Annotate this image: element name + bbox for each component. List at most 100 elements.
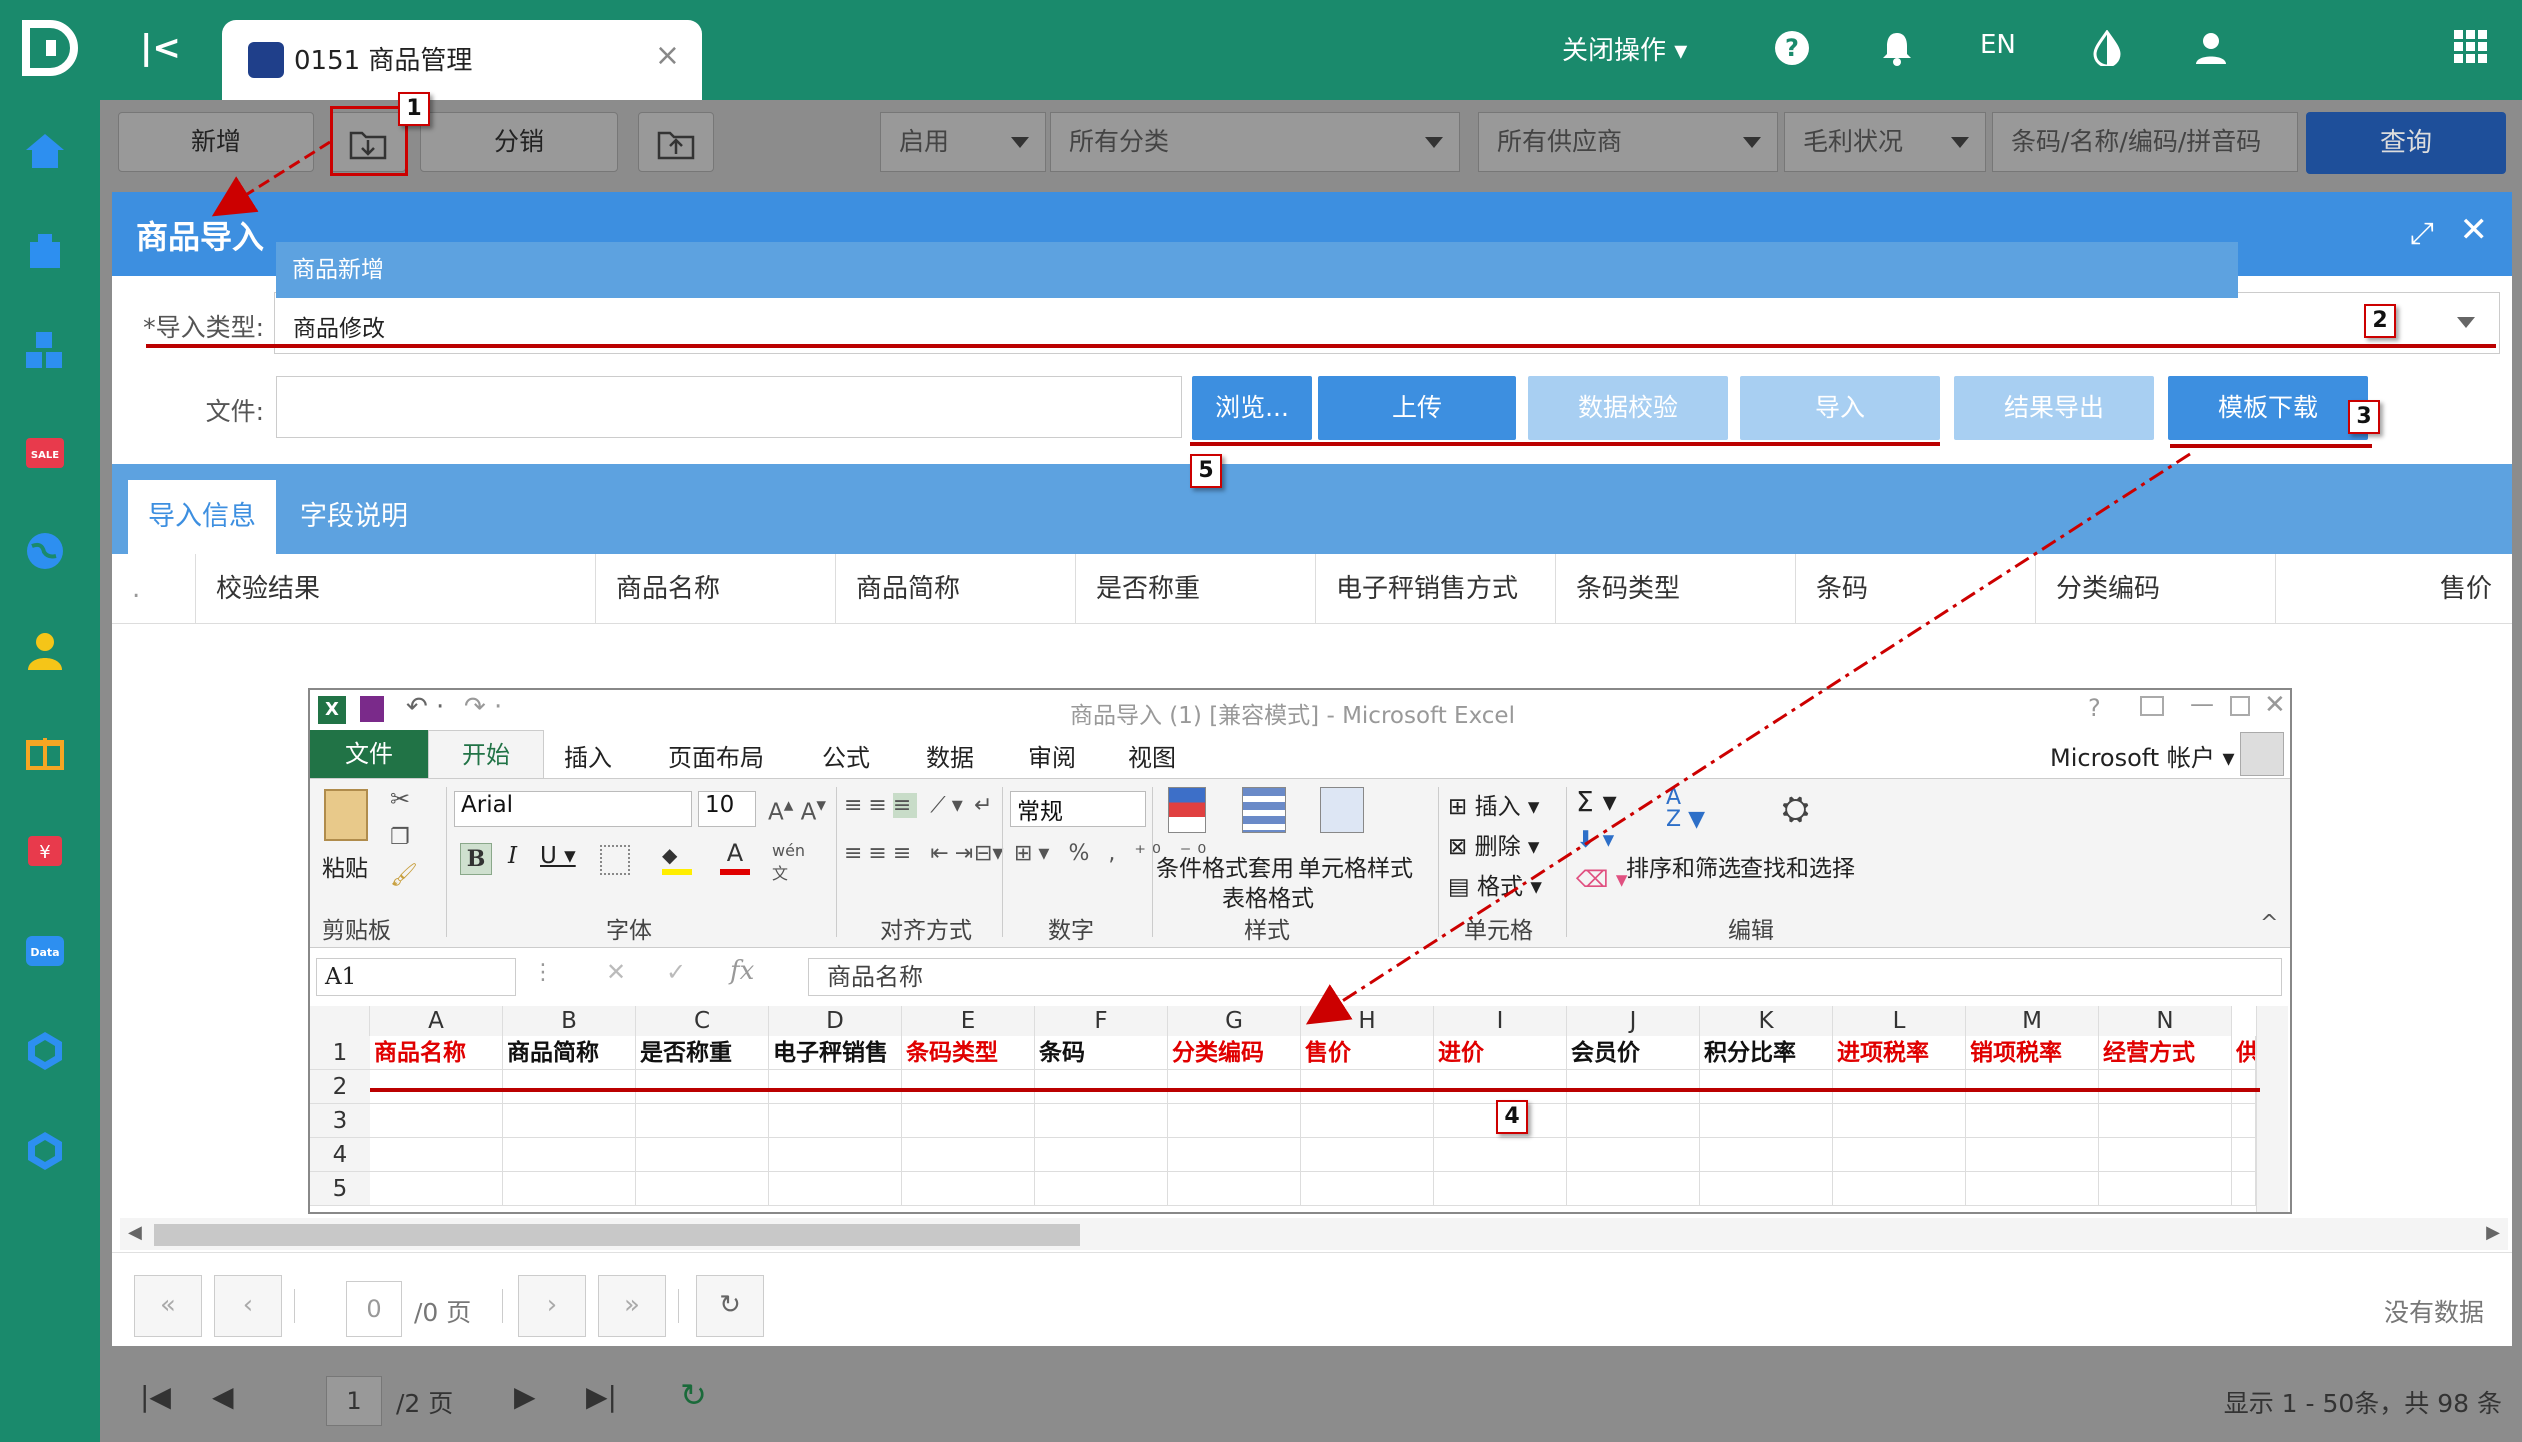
bell-icon[interactable] xyxy=(1880,30,1914,66)
grid-col-header[interactable]: 商品简称 xyxy=(836,554,1076,624)
ribbon-group-label: 数字 xyxy=(1048,918,1094,944)
help-icon[interactable]: ? xyxy=(1774,30,1810,66)
status-select[interactable]: 启用 xyxy=(880,112,1046,172)
tab-import-info[interactable]: 导入信息 xyxy=(128,480,276,554)
prev-page-button[interactable]: ‹ xyxy=(214,1275,282,1337)
distribute-button[interactable]: 分销 xyxy=(420,112,618,172)
prev-page-icon[interactable]: ◀ xyxy=(212,1380,234,1413)
scroll-left-icon[interactable]: ◀ xyxy=(128,1222,142,1243)
refresh-button[interactable]: ↻ xyxy=(696,1275,764,1337)
grid-col-header[interactable]: 分类编码 xyxy=(2036,554,2276,624)
close-icon[interactable]: × xyxy=(655,38,680,73)
grid-col-header[interactable]: 校验结果 xyxy=(196,554,596,624)
grid-col-header[interactable]: 条码类型 xyxy=(1556,554,1796,624)
finance-icon[interactable]: ¥ xyxy=(22,828,68,874)
table-format-label-2: 表格格式 xyxy=(1222,886,1314,912)
theme-drop-icon[interactable] xyxy=(2090,30,2124,66)
font-size-box: 10 xyxy=(698,791,756,827)
grid-col-header[interactable]: 是否称重 xyxy=(1076,554,1316,624)
grid-col-header[interactable]: 售价 xyxy=(2276,554,2512,624)
collapse-sidebar-icon[interactable]: |< xyxy=(140,28,181,68)
upload-button[interactable]: 上传 xyxy=(1318,376,1516,440)
last-page-icon[interactable]: ▶| xyxy=(586,1380,617,1413)
import-button[interactable]: 导入 xyxy=(1740,376,1940,440)
next-page-icon[interactable]: ▶ xyxy=(514,1380,536,1413)
grid-col-header[interactable]: 条码 xyxy=(1796,554,2036,624)
chevron-down-icon xyxy=(1743,137,1761,148)
sale-icon[interactable]: SALE xyxy=(22,428,68,474)
first-page-button[interactable]: « xyxy=(134,1275,202,1337)
apps-grid-icon[interactable] xyxy=(2454,30,2488,64)
ribbon-separator xyxy=(1438,787,1439,937)
validate-button[interactable]: 数据校验 xyxy=(1528,376,1728,440)
person-icon[interactable] xyxy=(22,628,68,674)
find-select-label: 查找和选择 xyxy=(1740,856,1855,882)
close-operations-menu[interactable]: 关闭操作 ▾ xyxy=(1562,30,1687,67)
refresh-icon[interactable]: ↻ xyxy=(680,1376,707,1414)
cubes-icon[interactable] xyxy=(22,328,68,374)
file-input[interactable] xyxy=(276,376,1182,438)
empty-cell xyxy=(769,1070,902,1104)
scrollbar-thumb[interactable] xyxy=(154,1224,1080,1246)
hexagon-icon[interactable] xyxy=(22,1128,68,1174)
first-page-icon[interactable]: |◀ xyxy=(140,1380,171,1413)
page-number-input[interactable]: 1 xyxy=(326,1376,382,1426)
margin-select[interactable]: 毛利状况 xyxy=(1784,112,1986,172)
empty-cell xyxy=(1567,1172,1700,1206)
last-page-button[interactable]: » xyxy=(598,1275,666,1337)
globe-icon[interactable] xyxy=(22,528,68,574)
data-icon[interactable]: Data xyxy=(22,928,68,974)
file-label: 文件: xyxy=(205,397,264,426)
search-input[interactable]: 条码/名称/编码/拼音码 xyxy=(1992,112,2298,172)
supplier-select-value: 所有供应商 xyxy=(1497,127,1623,156)
template-download-button[interactable]: 模板下载 xyxy=(2168,376,2368,440)
cart-icon xyxy=(248,42,284,78)
tab-field-description[interactable]: 字段说明 xyxy=(280,480,428,554)
query-button[interactable]: 查询 xyxy=(2306,112,2506,174)
ribbon-group-label: 单元格 xyxy=(1464,918,1533,944)
column-header: M xyxy=(1966,1006,2099,1036)
column-header: H xyxy=(1301,1006,1434,1036)
home-icon[interactable] xyxy=(22,128,68,174)
fill-color-icon: ◆ xyxy=(662,843,692,875)
next-page-button[interactable]: › xyxy=(518,1275,586,1337)
user-icon[interactable] xyxy=(2194,30,2228,66)
empty-cell xyxy=(503,1172,636,1206)
sidebar: SALE ¥ Data xyxy=(0,100,100,1442)
row-header: 2 xyxy=(310,1070,370,1104)
column-header: A xyxy=(370,1006,503,1036)
page-number-input[interactable]: 0 xyxy=(346,1281,402,1337)
horizontal-scrollbar[interactable]: ◀ ▶ xyxy=(120,1218,2508,1250)
category-select[interactable]: 所有分类 xyxy=(1050,112,1460,172)
empty-cell xyxy=(769,1172,902,1206)
dropdown-option-new[interactable]: 商品新增 xyxy=(276,242,2238,298)
grid-col-header[interactable]: 商品名称 xyxy=(596,554,836,624)
background-pager: |◀ ◀ 1 /2 页 ▶ ▶| ↻ 显示 1 - 50条，共 98 条 xyxy=(100,1358,2522,1442)
language-switch[interactable]: EN xyxy=(1980,30,2016,60)
excel-formula-bar: A1 ⋮ ✕ ✓ fx 商品名称 xyxy=(310,952,2290,1002)
app-logo-icon[interactable] xyxy=(18,16,82,80)
empty-cell xyxy=(902,1172,1035,1206)
browse-button[interactable]: 浏览... xyxy=(1192,376,1312,440)
hexagon-icon[interactable] xyxy=(22,1028,68,1074)
export-result-button[interactable]: 结果导出 xyxy=(1954,376,2154,440)
building-icon[interactable] xyxy=(22,228,68,274)
phonetic-icon: wén 文 xyxy=(772,841,806,883)
tab-product-management[interactable]: 0151 商品管理 × xyxy=(222,20,702,100)
help-icon: ? xyxy=(2088,694,2101,722)
excel-template-preview: X ↶ · ↷ · 商品导入 (1) [兼容模式] - Microsoft Ex… xyxy=(308,688,2292,1214)
gift-icon[interactable] xyxy=(22,728,68,774)
export-button[interactable] xyxy=(638,112,714,172)
column-header: E xyxy=(902,1006,1035,1036)
empty-cell xyxy=(1833,1104,1966,1138)
maximize-icon[interactable]: ⤢ xyxy=(2410,216,2434,251)
supplier-select[interactable]: 所有供应商 xyxy=(1478,112,1778,172)
header-cell: 经营方式 xyxy=(2099,1036,2232,1070)
table-format-icon xyxy=(1242,787,1286,833)
grid-col-header[interactable]: 电子秤销售方式 xyxy=(1316,554,1556,624)
column-header: B xyxy=(503,1006,636,1036)
bold-icon: B xyxy=(460,843,492,875)
scroll-right-icon[interactable]: ▶ xyxy=(2486,1222,2500,1243)
close-icon[interactable]: ✕ xyxy=(2460,210,2489,250)
add-button[interactable]: 新增 xyxy=(118,112,314,172)
